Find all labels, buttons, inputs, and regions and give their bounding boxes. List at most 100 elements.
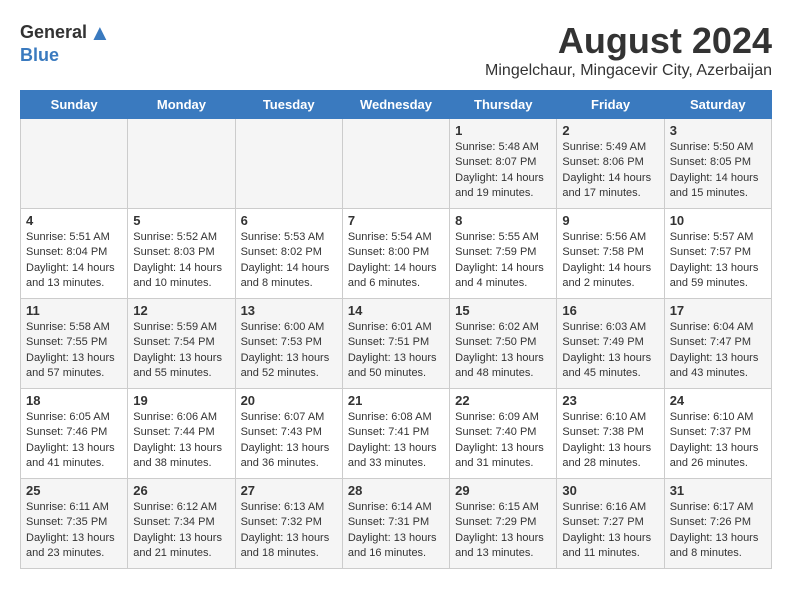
column-header-friday: Friday [557,91,664,119]
day-number: 12 [133,303,229,318]
calendar-cell: 17 Sunrise: 6:04 AMSunset: 7:47 PMDayligh… [664,299,771,389]
cell-details: Sunrise: 5:58 AMSunset: 7:55 PMDaylight:… [26,320,122,382]
day-number: 20 [241,393,337,408]
cell-details: Sunrise: 6:06 AMSunset: 7:44 PMDaylight:… [133,410,229,472]
calendar-cell [21,119,128,209]
cell-details: Sunrise: 5:56 AMSunset: 7:58 PMDaylight:… [562,230,658,292]
calendar-cell: 29 Sunrise: 6:15 AMSunset: 7:29 PMDayligh… [450,479,557,569]
cell-details: Sunrise: 6:05 AMSunset: 7:46 PMDaylight:… [26,410,122,472]
calendar-cell [235,119,342,209]
column-header-saturday: Saturday [664,91,771,119]
cell-details: Sunrise: 5:54 AMSunset: 8:00 PMDaylight:… [348,230,444,292]
calendar-cell: 5 Sunrise: 5:52 AMSunset: 8:03 PMDaylight… [128,209,235,299]
day-number: 7 [348,213,444,228]
cell-details: Sunrise: 6:14 AMSunset: 7:31 PMDaylight:… [348,500,444,562]
column-header-wednesday: Wednesday [342,91,449,119]
day-number: 28 [348,483,444,498]
cell-details: Sunrise: 5:50 AMSunset: 8:05 PMDaylight:… [670,140,766,202]
column-header-thursday: Thursday [450,91,557,119]
day-number: 21 [348,393,444,408]
cell-details: Sunrise: 6:04 AMSunset: 7:47 PMDaylight:… [670,320,766,382]
calendar-cell: 15Sunrise: 6:02 AMSunset: 7:50 PMDayligh… [450,299,557,389]
cell-details: Sunrise: 6:09 AMSunset: 7:40 PMDaylight:… [455,410,551,472]
day-number: 9 [562,213,658,228]
day-number: 5 [133,213,229,228]
day-number: 24 [670,393,766,408]
cell-details: Sunrise: 6:17 AMSunset: 7:26 PMDaylight:… [670,500,766,562]
day-number: 16 [562,303,658,318]
cell-details: Sunrise: 5:48 AMSunset: 8:07 PMDaylight:… [455,140,551,202]
calendar-cell: 11 Sunrise: 5:58 AMSunset: 7:55 PMDayligh… [21,299,128,389]
cell-details: Sunrise: 5:53 AMSunset: 8:02 PMDaylight:… [241,230,337,292]
day-number: 10 [670,213,766,228]
cell-details: Sunrise: 6:11 AMSunset: 7:35 PMDaylight:… [26,500,122,562]
cell-details: Sunrise: 6:15 AMSunset: 7:29 PMDaylight:… [455,500,551,562]
calendar-cell: 10 Sunrise: 5:57 AMSunset: 7:57 PMDayligh… [664,209,771,299]
calendar-cell: 14 Sunrise: 6:01 AMSunset: 7:51 PMDayligh… [342,299,449,389]
column-header-sunday: Sunday [21,91,128,119]
cell-details: Sunrise: 6:02 AMSunset: 7:50 PMDaylight:… [455,320,551,382]
calendar-cell: 21 Sunrise: 6:08 AMSunset: 7:41 PMDayligh… [342,389,449,479]
day-number: 4 [26,213,122,228]
week-row-1: 1Sunrise: 5:48 AMSunset: 8:07 PMDaylight… [21,119,772,209]
logo-general: General [20,23,87,43]
calendar-header-row: SundayMondayTuesdayWednesdayThursdayFrid… [21,91,772,119]
day-number: 11 [26,303,122,318]
calendar-cell: 23Sunrise: 6:10 AMSunset: 7:38 PMDayligh… [557,389,664,479]
calendar-cell: 27Sunrise: 6:13 AMSunset: 7:32 PMDayligh… [235,479,342,569]
cell-details: Sunrise: 6:01 AMSunset: 7:51 PMDaylight:… [348,320,444,382]
logo-blue: Blue [20,45,59,65]
cell-details: Sunrise: 5:52 AMSunset: 8:03 PMDaylight:… [133,230,229,292]
day-number: 3 [670,123,766,138]
calendar-cell: 13 Sunrise: 6:00 AMSunset: 7:53 PMDayligh… [235,299,342,389]
calendar-cell: 6 Sunrise: 5:53 AMSunset: 8:02 PMDaylight… [235,209,342,299]
calendar-cell: 3 Sunrise: 5:50 AMSunset: 8:05 PMDaylight… [664,119,771,209]
calendar-body: 1Sunrise: 5:48 AMSunset: 8:07 PMDaylight… [21,119,772,569]
week-row-2: 4 Sunrise: 5:51 AMSunset: 8:04 PMDaylight… [21,209,772,299]
title-section: August 2024 Mingelchaur, Mingacevir City… [485,20,772,80]
cell-details: Sunrise: 6:10 AMSunset: 7:37 PMDaylight:… [670,410,766,472]
calendar-cell: 12Sunrise: 5:59 AMSunset: 7:54 PMDayligh… [128,299,235,389]
calendar-cell: 8 Sunrise: 5:55 AMSunset: 7:59 PMDaylight… [450,209,557,299]
calendar-cell: 16 Sunrise: 6:03 AMSunset: 7:49 PMDayligh… [557,299,664,389]
cell-details: Sunrise: 5:51 AMSunset: 8:04 PMDaylight:… [26,230,122,292]
calendar-cell: 1Sunrise: 5:48 AMSunset: 8:07 PMDaylight… [450,119,557,209]
calendar-cell: 4 Sunrise: 5:51 AMSunset: 8:04 PMDaylight… [21,209,128,299]
day-number: 17 [670,303,766,318]
day-number: 30 [562,483,658,498]
cell-details: Sunrise: 6:12 AMSunset: 7:34 PMDaylight:… [133,500,229,562]
calendar-cell: 24 Sunrise: 6:10 AMSunset: 7:37 PMDayligh… [664,389,771,479]
calendar-cell: 28 Sunrise: 6:14 AMSunset: 7:31 PMDayligh… [342,479,449,569]
calendar-cell: 26 Sunrise: 6:12 AMSunset: 7:34 PMDayligh… [128,479,235,569]
header: General ▲ Blue August 2024 Mingelchaur, … [20,20,772,80]
day-number: 27 [241,483,337,498]
day-number: 8 [455,213,551,228]
day-number: 23 [562,393,658,408]
cell-details: Sunrise: 5:55 AMSunset: 7:59 PMDaylight:… [455,230,551,292]
calendar-cell [342,119,449,209]
day-number: 22 [455,393,551,408]
cell-details: Sunrise: 5:57 AMSunset: 7:57 PMDaylight:… [670,230,766,292]
logo: General ▲ Blue [20,20,111,66]
day-number: 6 [241,213,337,228]
calendar-cell [128,119,235,209]
day-number: 14 [348,303,444,318]
calendar-cell: 9 Sunrise: 5:56 AMSunset: 7:58 PMDaylight… [557,209,664,299]
main-title: August 2024 [485,20,772,62]
subtitle: Mingelchaur, Mingacevir City, Azerbaijan [485,62,772,80]
calendar-table: SundayMondayTuesdayWednesdayThursdayFrid… [20,90,772,569]
week-row-5: 25 Sunrise: 6:11 AMSunset: 7:35 PMDayligh… [21,479,772,569]
column-header-monday: Monday [128,91,235,119]
day-number: 29 [455,483,551,498]
day-number: 26 [133,483,229,498]
calendar-cell: 2Sunrise: 5:49 AMSunset: 8:06 PMDaylight… [557,119,664,209]
cell-details: Sunrise: 6:03 AMSunset: 7:49 PMDaylight:… [562,320,658,382]
calendar-cell: 19 Sunrise: 6:06 AMSunset: 7:44 PMDayligh… [128,389,235,479]
day-number: 13 [241,303,337,318]
day-number: 19 [133,393,229,408]
day-number: 25 [26,483,122,498]
day-number: 18 [26,393,122,408]
cell-details: Sunrise: 6:00 AMSunset: 7:53 PMDaylight:… [241,320,337,382]
day-number: 31 [670,483,766,498]
cell-details: Sunrise: 6:08 AMSunset: 7:41 PMDaylight:… [348,410,444,472]
